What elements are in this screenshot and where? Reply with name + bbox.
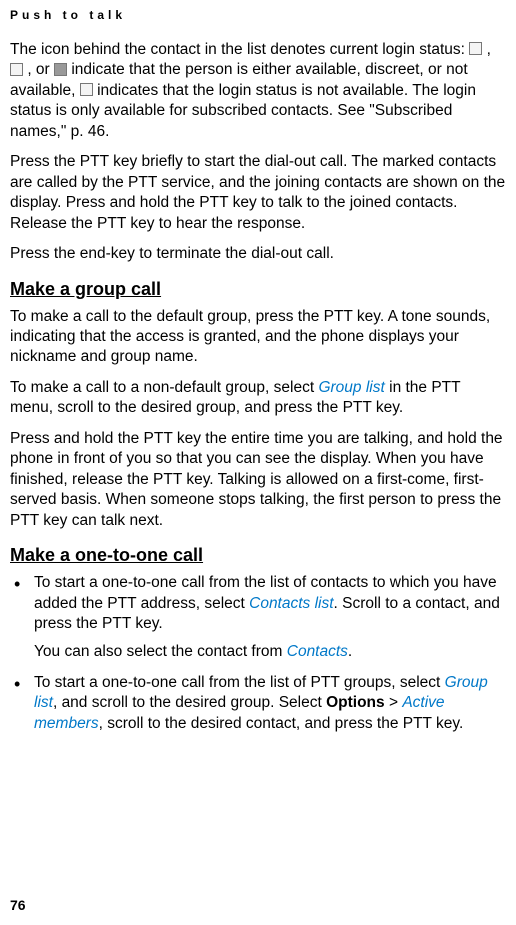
one-to-one-list: To start a one-to-one call from the list… (10, 573, 506, 734)
heading-one-to-one: Make a one-to-one call (10, 545, 506, 566)
text-fragment: > (385, 694, 403, 711)
text-fragment: , (487, 41, 491, 58)
running-header: Push to talk (10, 8, 506, 22)
status-unknown-icon (80, 83, 93, 96)
status-available-icon (469, 42, 482, 55)
status-notavailable-icon (54, 63, 67, 76)
paragraph-login-status: The icon behind the contact in the list … (10, 40, 506, 142)
text-fragment: , or (27, 61, 54, 78)
heading-group-call: Make a group call (10, 279, 506, 300)
text-fragment: To make a call to a non-default group, s… (10, 379, 318, 396)
sub-paragraph: You can also select the contact from Con… (34, 642, 506, 662)
paragraph-press-hold: Press and hold the PTT key the entire ti… (10, 429, 506, 531)
text-fragment: , and scroll to the desired group. Selec… (53, 694, 326, 711)
text-fragment: You can also select the contact from (34, 643, 287, 660)
text-fragment: , scroll to the desired contact, and pre… (99, 715, 464, 732)
paragraph-nondefault-group: To make a call to a non-default group, s… (10, 378, 506, 419)
text-fragment: To start a one-to-one call from the list… (34, 674, 445, 691)
paragraph-ptt-brief: Press the PTT key briefly to start the d… (10, 152, 506, 234)
link-group-list[interactable]: Group list (318, 379, 384, 396)
page-number: 76 (10, 897, 26, 913)
link-contacts-list[interactable]: Contacts list (249, 595, 333, 612)
list-item: To start a one-to-one call from the list… (10, 673, 506, 734)
paragraph-default-group: To make a call to the default group, pre… (10, 307, 506, 368)
paragraph-end-key: Press the end-key to terminate the dial-… (10, 244, 506, 264)
list-item: To start a one-to-one call from the list… (10, 573, 506, 663)
link-contacts[interactable]: Contacts (287, 643, 348, 660)
menu-options: Options (326, 694, 385, 711)
text-fragment: The icon behind the contact in the list … (10, 41, 469, 58)
status-discreet-icon (10, 63, 23, 76)
text-fragment: . (348, 643, 352, 660)
